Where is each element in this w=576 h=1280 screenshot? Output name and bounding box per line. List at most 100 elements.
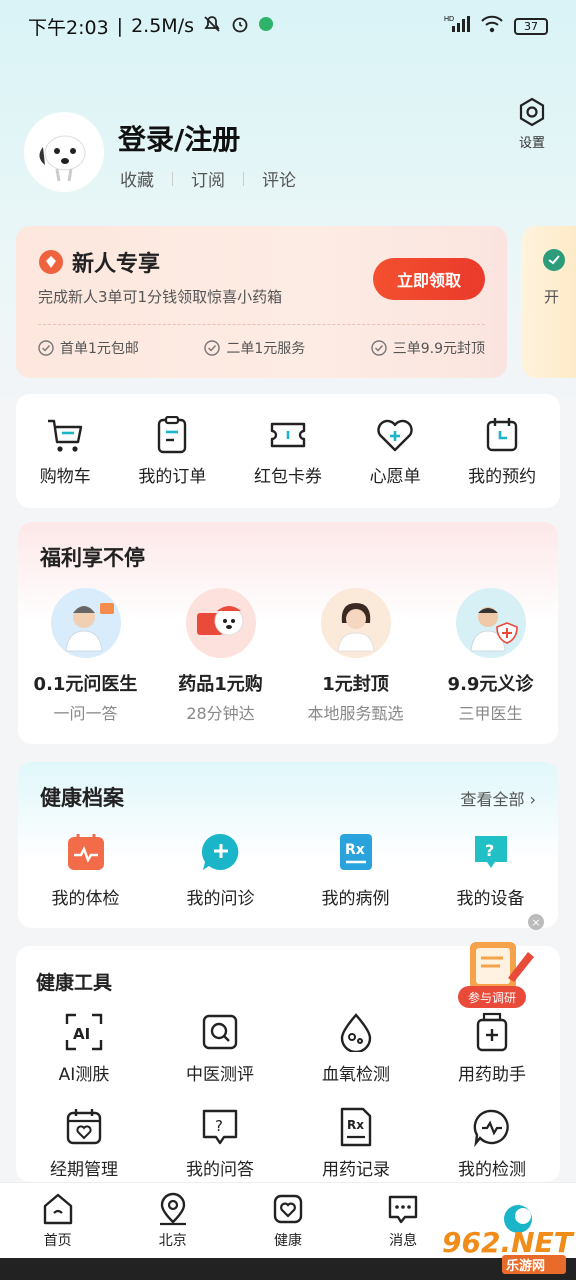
status-time: 下午2:03 [28,16,109,39]
my-appointments-button[interactable]: 我的预约 [468,416,536,487]
my-qa-button[interactable]: ? 我的问答 [152,1107,288,1180]
app-notify-icon [258,15,274,37]
svg-text:?: ? [485,841,494,860]
signal-icon: HD [444,14,470,39]
tab-location[interactable]: 北京 [128,1192,218,1250]
quick-actions-card: 购物车 我的订单 红包卡券 心愿单 我的预约 [16,394,560,508]
my-checkup-button[interactable]: 我的体检 [26,832,146,909]
blood-oxygen-button[interactable]: 血氧检测 [288,1012,424,1085]
health-records-card: 健康档案 查看全部 › 我的体检 我的问诊 Rx 我的病例 ? 我的设备 [18,762,558,928]
doctor-shield-icon [455,588,526,658]
tcm-search-icon [202,1014,238,1050]
promo-divider [38,324,485,325]
welfare-item-medicine-deal[interactable]: 药品1元购 28分钟达 [156,588,286,724]
svg-text:Rx: Rx [345,842,365,858]
period-tracking-button[interactable]: 经期管理 [16,1107,152,1180]
reviews-link[interactable]: 评论 [262,166,296,191]
oxygen-drop-icon [340,1013,372,1052]
cart-button[interactable]: 购物车 [40,416,91,487]
see-all-link[interactable]: 查看全部 › [460,786,536,810]
survey-close-button[interactable]: × [528,914,544,930]
pulse-bubble-icon [473,1109,509,1147]
tcm-assessment-button[interactable]: 中医测评 [152,1012,288,1085]
svg-text:AI: AI [73,1025,90,1043]
promo-title: 新人专享 [38,246,160,278]
welfare-title: 福利享不停 [40,546,145,570]
check-badge-icon [543,249,565,271]
order-icon [158,415,187,453]
status-bar: 下午2:03 | 2.5M/s HD 37 [0,0,576,52]
rx-icon: Rx [339,834,372,870]
rx-doc-icon: Rx [340,1107,372,1147]
chevron-right-icon: › [529,790,536,809]
subscriptions-link[interactable]: 订阅 [191,166,225,191]
welfare-sub: 一问一答 [53,704,118,723]
claim-now-button[interactable]: 立即领取 [373,258,485,300]
welfare-item-doctor-consult[interactable]: 0.1元问医生 一问一答 [21,588,151,724]
wishlist-icon [377,419,413,451]
health-tools-title: 健康工具 [36,972,113,994]
svg-text:HD: HD [444,16,454,23]
my-tests-button[interactable]: 我的检测 [424,1107,560,1180]
wishlist-button[interactable]: 心愿单 [370,416,421,487]
medicine-box-icon [476,1012,508,1052]
nurse-avatar-icon [320,588,391,658]
welfare-sub: 28分钟达 [186,704,255,723]
welfare-name: 0.1元问医生 [33,674,138,695]
checkup-icon [67,834,104,870]
welfare-item-local-service[interactable]: 1元封顶 本地服务甄选 [291,588,421,724]
question-bubble-icon: ? [202,1109,238,1145]
survey-floating-button[interactable]: 参与调研 [458,938,536,1008]
tab-messages[interactable]: 消息 [358,1192,448,1250]
welfare-name: 药品1元购 [178,674,263,695]
welfare-name: 9.9元义诊 [447,674,534,695]
my-orders-button[interactable]: 我的订单 [138,415,206,487]
calendar-heart-icon [66,1109,102,1145]
profile-links: 收藏 订阅 评论 [120,166,296,191]
svg-text:Rx: Rx [347,1118,364,1132]
divider [243,171,244,186]
favorites-link[interactable]: 收藏 [120,166,154,191]
medication-assistant-button[interactable]: 用药助手 [424,1012,560,1085]
svg-text:?: ? [215,1117,223,1135]
location-icon [159,1192,186,1225]
check-circle-icon [371,340,387,356]
welfare-card: 福利享不停 0.1元问医生 一问一答 药品1元购 28分钟达 1元封顶 本地服务… [18,522,558,744]
gear-icon [519,97,545,127]
tab-health[interactable]: 健康 [243,1192,333,1250]
perk-item: 二单1元服务 [204,338,305,358]
wifi-icon [480,14,504,39]
mascot-medicine-icon [185,588,256,658]
gift-badge-icon [39,250,63,274]
my-devices-button[interactable]: ? 我的设备 [431,832,551,909]
welfare-sub: 三甲医生 [458,704,523,723]
cart-icon [48,419,83,452]
home-icon [43,1193,72,1224]
my-medical-records-button[interactable]: Rx 我的病例 [296,832,416,909]
tab-home[interactable]: 首页 [13,1192,103,1250]
survey-label: 参与调研 [458,986,526,1008]
next-promo-card-peek[interactable]: 开 [522,226,576,378]
mute-icon [202,14,222,39]
profile-header: 登录/注册 收藏 订阅 评论 设置 [24,97,552,194]
coupons-button[interactable]: 红包卡券 [254,416,322,487]
mascot-dog-icon [39,135,86,182]
medication-record-button[interactable]: Rx 用药记录 [288,1107,424,1180]
new-user-promo-card[interactable]: 新人专享 完成新人3单可1分钱领取惊喜小药箱 立即领取 首单1元包邮 二单1元服… [16,226,507,378]
settings-label: 设置 [518,136,545,151]
promo-perks: 首单1元包邮 二单1元服务 三单9.9元封顶 [38,338,485,358]
welfare-sub: 本地服务甄选 [307,704,404,723]
device-icon: ? [474,836,507,868]
promo-subtitle: 完成新人3单可1分钱领取惊喜小药箱 [38,288,283,306]
avatar[interactable] [24,112,104,192]
my-consult-button[interactable]: 我的问诊 [161,832,281,909]
login-register-link[interactable]: 登录/注册 [118,118,240,158]
ai-skin-test-button[interactable]: AI AI测肤 [16,1012,152,1085]
coupon-icon [270,422,306,447]
welfare-item-free-clinic[interactable]: 9.9元义诊 三甲医生 [426,588,556,724]
peek-text: 开 [544,288,560,306]
site-watermark: 962.NET 乐游网 [442,1226,573,1274]
welfare-name: 1元封顶 [322,674,389,695]
settings-button[interactable]: 设置 [512,96,552,151]
health-records-title: 健康档案 [40,786,124,810]
